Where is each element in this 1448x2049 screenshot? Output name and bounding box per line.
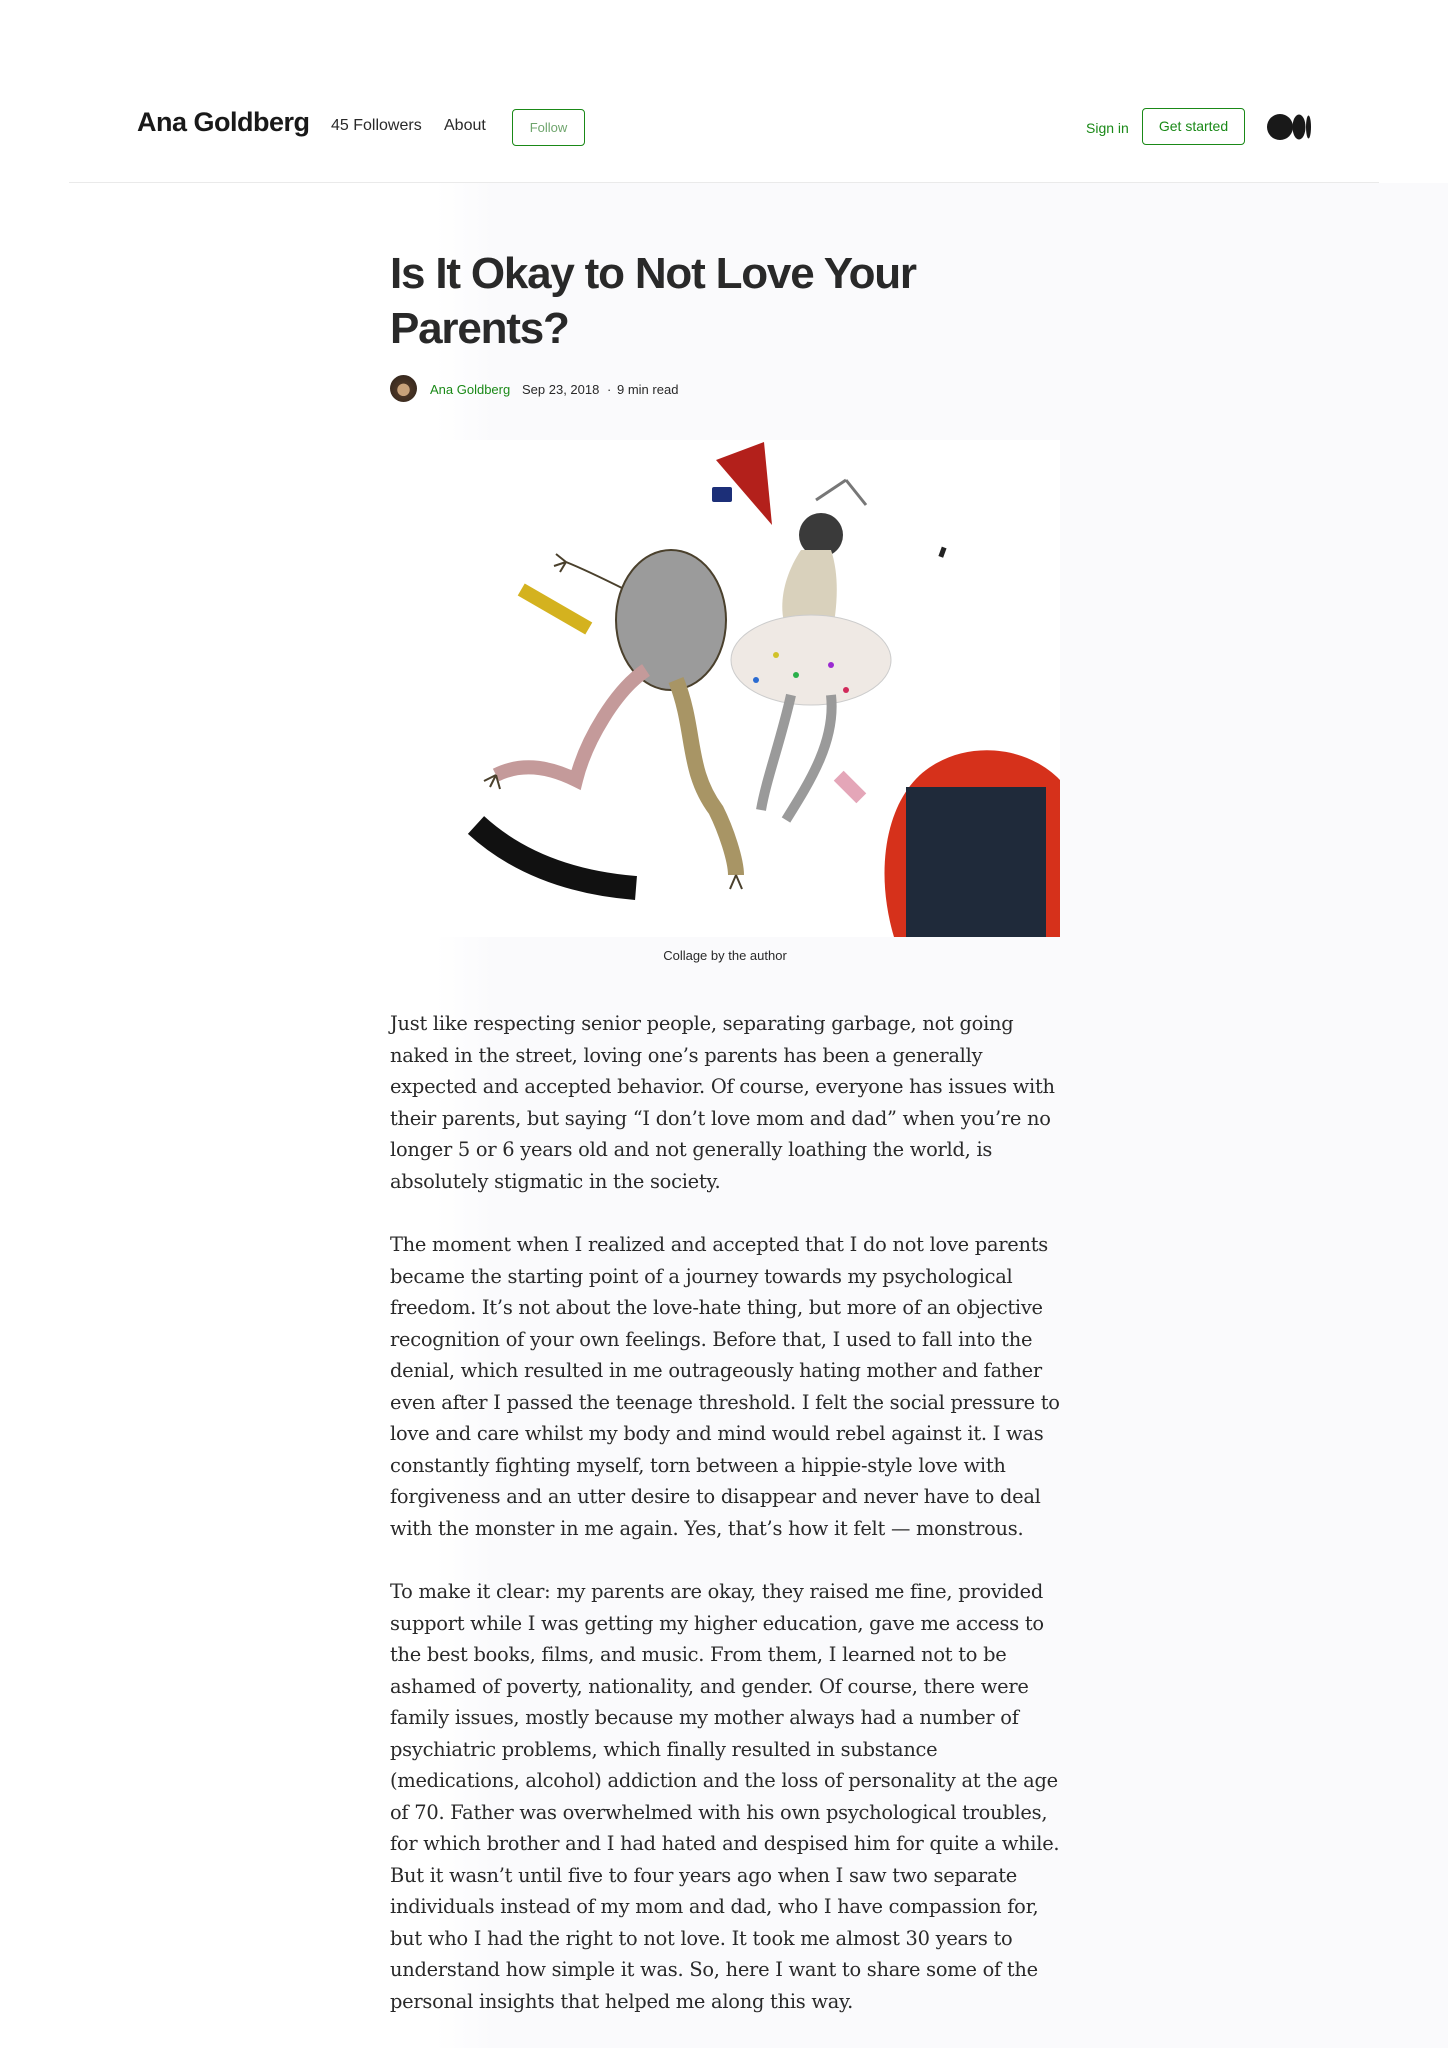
get-started-button[interactable]: Get started <box>1142 108 1245 145</box>
read-time: 9 min read <box>617 382 679 397</box>
ballerina-figure <box>730 478 892 823</box>
black-dash-shape <box>938 546 947 558</box>
follow-button[interactable]: Follow <box>512 109 585 146</box>
black-arc-shape <box>467 816 637 900</box>
article-paragraph: Just like respecting senior people, sepa… <box>390 1012 1055 1193</box>
article-paragraph: To make it clear: my parents are okay, t… <box>390 1580 1060 2013</box>
author-name-link[interactable]: Ana Goldberg <box>430 382 510 397</box>
article-hero-image <box>436 440 1060 937</box>
red-triangle-shape <box>716 442 772 525</box>
top-navigation: Ana Goldberg 45 Followers About Follow S… <box>69 0 1379 183</box>
blue-rectangle-shape <box>712 487 732 502</box>
frog-figure <box>483 549 744 890</box>
article-body: Just like respecting senior people, sepa… <box>390 1008 1070 2049</box>
yellow-bar-shape <box>517 583 593 635</box>
article-paragraph: The moment when I realized and accepted … <box>390 1233 1060 1540</box>
byline-separator: · <box>607 382 612 397</box>
image-caption: Collage by the author <box>663 948 787 963</box>
publication-title[interactable]: Ana Goldberg <box>137 107 310 138</box>
publish-date: Sep 23, 2018 <box>522 382 600 397</box>
pink-bar-shape <box>833 770 867 804</box>
article-title: Is It Okay to Not Love Your Parents? <box>390 249 917 353</box>
dark-square-shape <box>906 787 1046 937</box>
sign-in-link[interactable]: Sign in <box>1086 120 1129 136</box>
followers-link[interactable]: 45 Followers <box>331 117 422 135</box>
collage-illustration <box>467 442 1060 937</box>
author-avatar[interactable] <box>390 375 417 402</box>
medium-logo-icon[interactable] <box>1267 113 1311 141</box>
about-link[interactable]: About <box>444 117 486 135</box>
